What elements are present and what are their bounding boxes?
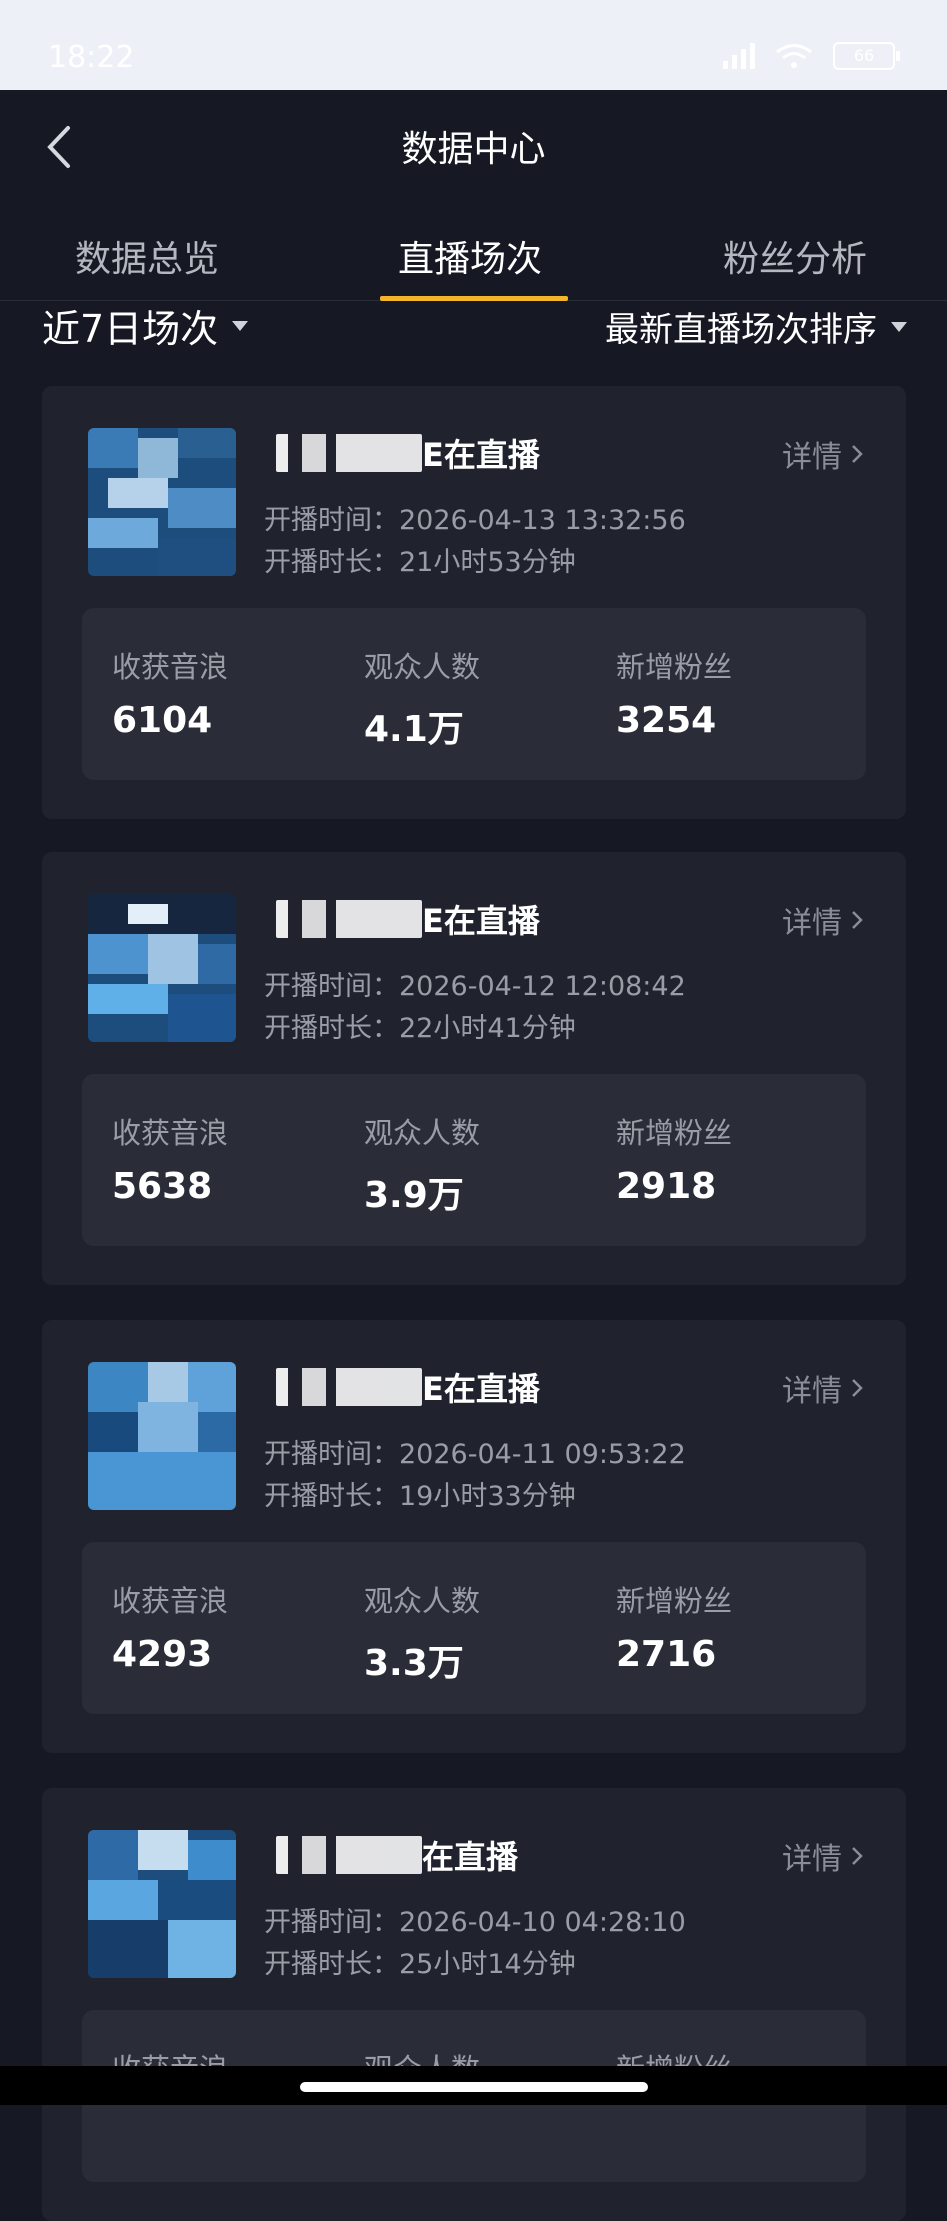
caret-down-icon (232, 320, 249, 331)
detail-label: 详情 (782, 1842, 842, 1877)
caret-down-icon (891, 321, 907, 332)
stat-viewers: 观众人数 3.9万 (364, 1116, 481, 1216)
start-time-value: 2026-04-11 09:53:22 (399, 1439, 686, 1470)
stat-income: 收获音浪 4293 (112, 1584, 229, 1675)
income-value: 6104 (112, 700, 213, 741)
start-time-row: 开播时间：2026-04-11 09:53:22 (264, 1439, 686, 1470)
start-time-row: 开播时间：2026-04-10 04:28:10 (264, 1907, 686, 1938)
duration-row: 开播时长：25小时14分钟 (264, 1949, 576, 1980)
signal-icon (723, 43, 755, 69)
new-fans-value: 2716 (616, 1634, 717, 1675)
new-fans-value: 3254 (616, 700, 717, 741)
range-label: 近7日场次 (42, 307, 219, 351)
tab-bar: 数据总览 直播场次 粉丝分析 (0, 210, 947, 301)
filter-bar: 近7日场次 最新直播场次排序 (0, 298, 947, 356)
income-value: 5638 (112, 1166, 213, 1207)
detail-link[interactable]: 详情 (782, 432, 864, 476)
start-time-value: 2026-04-10 04:28:10 (399, 1907, 686, 1938)
blurred-username (276, 1836, 422, 1874)
tab-overview[interactable]: 数据总览 (75, 230, 219, 282)
session-title: E在直播 (422, 436, 540, 474)
home-indicator[interactable] (300, 2082, 648, 2092)
session-title: E在直播 (422, 902, 540, 940)
duration-value: 25小时14分钟 (399, 1949, 576, 1980)
sort-label: 最新直播场次排序 (605, 310, 877, 350)
blurred-username (276, 434, 422, 472)
stats-panel: 收获音浪 5638 观众人数 3.9万 新增粉丝 2918 (82, 1074, 866, 1246)
stat-new-fans: 新增粉丝 2918 (616, 1116, 733, 1207)
blurred-username (276, 1368, 422, 1406)
chevron-right-icon (852, 1379, 863, 1397)
tab-fan-analysis[interactable]: 粉丝分析 (723, 230, 867, 282)
detail-label: 详情 (782, 1374, 842, 1409)
start-time-row: 开播时间：2026-04-12 12:08:42 (264, 971, 686, 1002)
status-time: 18:22 (48, 40, 135, 75)
viewers-value: 4.1万 (364, 709, 464, 750)
duration-value: 19小时33分钟 (399, 1481, 576, 1512)
detail-link[interactable]: 详情 (782, 1834, 864, 1878)
stat-new-fans: 新增粉丝 3254 (616, 650, 733, 741)
start-time-value: 2026-04-13 13:32:56 (399, 505, 686, 536)
status-bar: 18:22 66 (0, 0, 947, 90)
income-value: 4293 (112, 1634, 213, 1675)
sort-dropdown[interactable]: 最新直播场次排序 (605, 302, 907, 351)
session-title: 在直播 (422, 1838, 519, 1876)
chevron-right-icon (852, 1847, 863, 1865)
stat-viewers: 观众人数 4.1万 (364, 650, 481, 750)
stat-viewers: 观众人数 3.3万 (364, 1584, 481, 1684)
stat-new-fans: 新增粉丝 2716 (616, 1584, 733, 1675)
session-card[interactable]: E在直播 详情 开播时间：2026-04-13 13:32:56 开播时长：21… (42, 386, 906, 819)
session-thumbnail (88, 1830, 236, 1978)
status-icons: 66 (723, 42, 900, 70)
stat-income: 收获音浪 5638 (112, 1116, 229, 1207)
wifi-icon (776, 44, 812, 68)
battery-icon: 66 (833, 42, 900, 70)
chevron-right-icon (852, 911, 863, 929)
stats-panel: 收获音浪 4293 观众人数 3.3万 新增粉丝 2716 (82, 1542, 866, 1714)
detail-label: 详情 (782, 906, 842, 941)
session-card[interactable]: E在直播 详情 开播时间：2026-04-11 09:53:22 开播时长：19… (42, 1320, 906, 1753)
session-thumbnail (88, 428, 236, 576)
header: 数据中心 (0, 90, 947, 200)
duration-row: 开播时长：22小时41分钟 (264, 1013, 576, 1044)
duration-row: 开播时长：21小时53分钟 (264, 547, 576, 578)
start-time-value: 2026-04-12 12:08:42 (399, 971, 686, 1002)
session-title: E在直播 (422, 1370, 540, 1408)
duration-row: 开播时长：19小时33分钟 (264, 1481, 576, 1512)
viewers-value: 3.9万 (364, 1175, 464, 1216)
duration-value: 21小时53分钟 (399, 547, 576, 578)
blurred-username (276, 900, 422, 938)
session-thumbnail (88, 1362, 236, 1510)
detail-link[interactable]: 详情 (782, 1366, 864, 1410)
detail-link[interactable]: 详情 (782, 898, 864, 942)
stats-panel: 收获音浪 6104 观众人数 4.1万 新增粉丝 3254 (82, 608, 866, 780)
session-card[interactable]: E在直播 详情 开播时间：2026-04-12 12:08:42 开播时长：22… (42, 852, 906, 1285)
start-time-row: 开播时间：2026-04-13 13:32:56 (264, 505, 686, 536)
new-fans-value: 2918 (616, 1166, 717, 1207)
detail-label: 详情 (782, 440, 842, 475)
viewers-value: 3.3万 (364, 1643, 464, 1684)
session-thumbnail (88, 894, 236, 1042)
stat-income: 收获音浪 6104 (112, 650, 229, 741)
page-title: 数据中心 (401, 129, 546, 170)
duration-value: 22小时41分钟 (399, 1013, 576, 1044)
chevron-right-icon (852, 445, 863, 463)
session-card[interactable]: 在直播 详情 开播时间：2026-04-10 04:28:10 开播时长：25小… (42, 1788, 906, 2221)
range-dropdown[interactable]: 近7日场次 (42, 298, 249, 353)
tab-live-sessions[interactable]: 直播场次 (398, 230, 542, 282)
